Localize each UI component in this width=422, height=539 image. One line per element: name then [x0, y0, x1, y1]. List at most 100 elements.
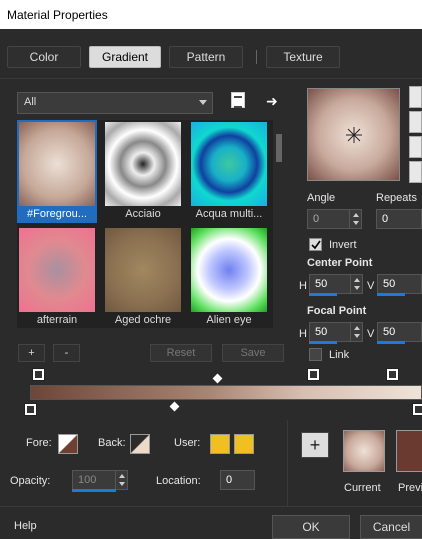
gradient-label: Aged ochre: [114, 314, 172, 326]
fore-label: Fore:: [26, 437, 52, 449]
location-label: Location:: [156, 475, 201, 487]
transparency-stop-marker[interactable]: [24, 403, 37, 416]
user-color-1-swatch[interactable]: [210, 434, 230, 454]
gradient-file-icon[interactable]: [231, 92, 245, 108]
center-v-bar: [377, 293, 405, 296]
gradient-thumb[interactable]: Acciaio: [103, 120, 183, 223]
tab-separator: [256, 50, 257, 64]
focal-h-stepper-icon[interactable]: [350, 323, 362, 341]
gradient-preview: [191, 228, 267, 312]
gradient-label: Acqua multi...: [195, 208, 263, 220]
back-gradient-swatch[interactable]: [130, 434, 150, 454]
center-h-input[interactable]: 50: [309, 274, 363, 294]
focal-v-value: 50: [383, 326, 396, 338]
color-stop-marker[interactable]: [307, 368, 320, 381]
tab-color[interactable]: Color: [7, 46, 81, 68]
focal-point-label: Focal Point: [307, 305, 367, 317]
gradient-label: Alien eye: [206, 314, 252, 326]
linear-style-icon[interactable]: [409, 86, 422, 108]
gradient-preview-large[interactable]: [307, 88, 400, 181]
transparency-midpoint-marker[interactable]: [169, 401, 180, 412]
gradient-gallery: #Foregrou... Acciaio Acqua multi... afte…: [17, 120, 273, 328]
help-link[interactable]: Help: [14, 520, 37, 532]
gallery-scrollbar[interactable]: [274, 120, 284, 328]
radial-style-icon[interactable]: [409, 161, 422, 183]
gradient-label: afterrain: [36, 314, 78, 326]
angle-stepper-icon[interactable]: [349, 210, 361, 228]
save-button[interactable]: Save: [222, 344, 284, 362]
focal-h-value: 50: [315, 326, 328, 338]
focal-v-input[interactable]: 50: [377, 322, 422, 342]
color-stop-marker[interactable]: [32, 368, 45, 381]
center-v-label: V: [367, 280, 375, 292]
gradient-thumb[interactable]: afterrain: [17, 226, 97, 329]
category-dropdown[interactable]: All: [17, 92, 213, 114]
checkmark-icon: [311, 240, 321, 250]
tab-texture[interactable]: Texture: [266, 46, 340, 68]
panel-divider: [287, 420, 288, 506]
dialog-footer: Help OK Cancel: [0, 506, 422, 539]
tab-bar: Color Gradient Pattern Texture: [0, 29, 422, 79]
focal-h-label: H: [299, 328, 307, 340]
opacity-stepper-icon[interactable]: [115, 471, 127, 489]
previous-label: Previ: [398, 482, 422, 494]
current-swatch[interactable]: [343, 430, 385, 472]
link-label: Link: [329, 349, 350, 361]
gradient-thumb[interactable]: Acqua multi...: [189, 120, 269, 223]
opacity-bar: [72, 489, 116, 492]
gradient-thumb[interactable]: Aged ochre: [103, 226, 183, 329]
chevron-down-icon: [199, 100, 207, 105]
back-label: Back:: [98, 437, 126, 449]
focal-h-bar: [309, 341, 337, 344]
fore-gradient-swatch[interactable]: [58, 434, 78, 454]
midpoint-marker[interactable]: [212, 373, 223, 384]
focal-h-input[interactable]: 50: [309, 322, 363, 342]
link-checkbox[interactable]: [309, 348, 322, 361]
gradient-thumb[interactable]: #Foregrou...: [17, 120, 97, 223]
user-label: User:: [174, 437, 201, 449]
rectangular-style-icon[interactable]: [409, 111, 422, 133]
remove-gradient-button[interactable]: -: [53, 344, 80, 362]
color-stop-marker[interactable]: [386, 368, 399, 381]
gradient-editor-bar[interactable]: [30, 385, 422, 400]
add-gradient-button[interactable]: +: [18, 344, 45, 362]
center-h-bar: [309, 293, 337, 296]
sunburst-style-icon[interactable]: [409, 136, 422, 158]
gradient-preview: [105, 122, 181, 206]
add-to-swatches-button[interactable]: +: [301, 432, 329, 458]
center-point-label: Center Point: [307, 257, 373, 269]
location-input[interactable]: 0: [220, 470, 255, 490]
center-h-value: 50: [315, 278, 328, 290]
previous-swatch[interactable]: [396, 430, 422, 472]
repeats-input[interactable]: 0: [376, 209, 422, 229]
repeats-value: 0: [382, 213, 389, 225]
cancel-button[interactable]: Cancel: [360, 515, 422, 539]
opacity-label: Opacity:: [10, 475, 51, 487]
center-v-input[interactable]: 50: [377, 274, 422, 294]
gradient-label: #Foregrou...: [27, 208, 87, 220]
gradient-preview: [19, 122, 95, 206]
focal-v-bar: [377, 341, 405, 344]
user-color-2-swatch[interactable]: [234, 434, 254, 454]
arrow-right-icon[interactable]: ➜: [266, 93, 278, 110]
angle-value: 0: [313, 213, 320, 225]
center-h-stepper-icon[interactable]: [350, 275, 362, 293]
invert-checkbox[interactable]: [309, 238, 322, 251]
center-v-value: 50: [383, 278, 396, 290]
gradient-preview: [19, 228, 95, 312]
tab-gradient[interactable]: Gradient: [89, 46, 161, 68]
gradient-thumb[interactable]: Alien eye: [189, 226, 269, 329]
scrollbar-thumb[interactable]: [276, 134, 282, 162]
opacity-input[interactable]: 100: [72, 470, 128, 490]
invert-label: Invert: [329, 239, 357, 251]
transparency-stop-marker[interactable]: [412, 403, 422, 416]
gradient-label: Acciaio: [125, 208, 161, 220]
angle-label: Angle: [307, 192, 336, 204]
reset-button[interactable]: Reset: [150, 344, 212, 362]
tab-pattern[interactable]: Pattern: [169, 46, 243, 68]
angle-input[interactable]: 0: [307, 209, 362, 229]
gradient-preview: [191, 122, 267, 206]
window-title: Material Properties: [0, 0, 422, 29]
category-value: All: [24, 96, 37, 108]
ok-button[interactable]: OK: [272, 515, 350, 539]
